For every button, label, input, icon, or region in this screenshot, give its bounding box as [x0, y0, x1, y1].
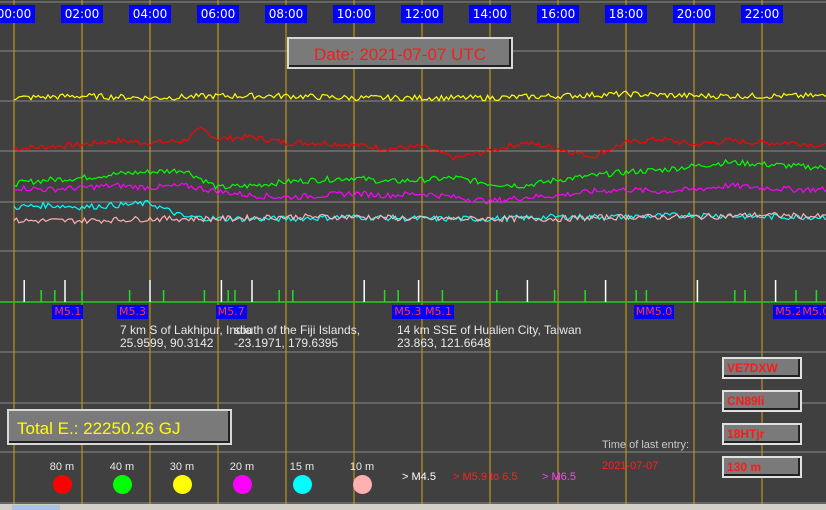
legend-dot	[352, 475, 372, 494]
legend-magnitude-m59: > M5.9 to 6.5	[453, 471, 518, 483]
magnitude-label: MM5.0	[633, 305, 675, 319]
legend-dot	[232, 475, 252, 494]
total-energy: Total E.: 22250.26 GJ	[7, 409, 232, 445]
legend-dot	[112, 475, 132, 494]
legend-band-80m: 80 m	[37, 461, 87, 494]
legend-band-20m: 20 m	[217, 461, 267, 494]
quake-info-3: 14 km SSE of Hualien City, Taiwan 23.863…	[397, 324, 581, 350]
legend-dot	[172, 475, 192, 494]
series-line-40m	[13, 158, 826, 191]
legend-band-40m: 40 m	[97, 461, 147, 494]
x-tick-label: 00:00	[0, 5, 35, 23]
legend-magnitude-m65: > M6.5	[542, 471, 576, 483]
legend-band-label: 20 m	[229, 461, 255, 473]
legend-band-label: 15 m	[289, 461, 315, 473]
legend-band-label: 30 m	[169, 461, 195, 473]
legend-dot	[52, 475, 72, 494]
x-tick-label: 22:00	[741, 5, 783, 23]
series-line-80m	[13, 126, 826, 162]
last-entry-label: Time of last entry:	[602, 439, 690, 451]
quake-coords: 23.863, 121.6648	[397, 336, 491, 350]
quake-info-1: 7 km S of Lakhipur, India 25.9599, 90.31…	[120, 324, 252, 350]
magnitude-label: M5.1	[423, 305, 454, 319]
magnitude-label: M5.3	[392, 305, 424, 319]
series-line-20m	[13, 182, 826, 205]
magnitude-label: M5.0	[800, 305, 826, 319]
station-grid-locator: CN89li	[722, 390, 802, 412]
bottom-tab	[12, 505, 60, 510]
x-tick-label: 08:00	[265, 5, 307, 23]
magnitude-label: M5.3	[117, 305, 148, 319]
legend-band-label: 80 m	[49, 461, 75, 473]
x-tick-label: 02:00	[61, 5, 103, 23]
series-line-30m	[13, 90, 826, 102]
quake-coords: -23.1971, 179.6395	[234, 336, 339, 350]
x-tick-label: 14:00	[469, 5, 511, 23]
x-tick-label: 16:00	[537, 5, 579, 23]
bottom-frame	[0, 504, 826, 510]
quake-info-2: south of the Fiji Islands, -23.1971, 179…	[234, 324, 360, 350]
magnitude-label: M5.1	[52, 305, 84, 319]
legend-band-label: 10 m	[349, 461, 375, 473]
legend-magnitude-m45: > M4.5	[402, 471, 436, 483]
station-code: 18HTjr	[722, 423, 802, 445]
date-title: Date: 2021-07-07 UTC	[287, 37, 513, 69]
propagation-chart: 00:00 02:00 04:00 06:00 08:00 10:00 12:00 14:00…	[0, 0, 826, 510]
x-tick-label: 20:00	[673, 5, 715, 23]
legend-band-15m: 15 m	[277, 461, 327, 494]
x-tick-label: 12:00	[401, 5, 443, 23]
station-callsign: VE7DXW	[722, 357, 802, 379]
series-line-10m	[13, 211, 826, 225]
x-tick-label: 10:00	[333, 5, 375, 23]
x-tick-label: 18:00	[605, 5, 647, 23]
magnitude-label: M5.7	[215, 305, 247, 319]
legend-dot	[292, 475, 312, 494]
x-tick-label: 06:00	[197, 5, 239, 23]
legend-band-10m: 10 m	[337, 461, 387, 494]
x-tick-label: 04:00	[129, 5, 171, 23]
legend-band-label: 40 m	[109, 461, 135, 473]
quake-coords: 25.9599, 90.3142	[120, 336, 214, 350]
last-entry-value: 2021-07-07	[602, 460, 659, 472]
legend-band-30m: 30 m	[157, 461, 207, 494]
station-band: 130 m	[722, 456, 802, 478]
